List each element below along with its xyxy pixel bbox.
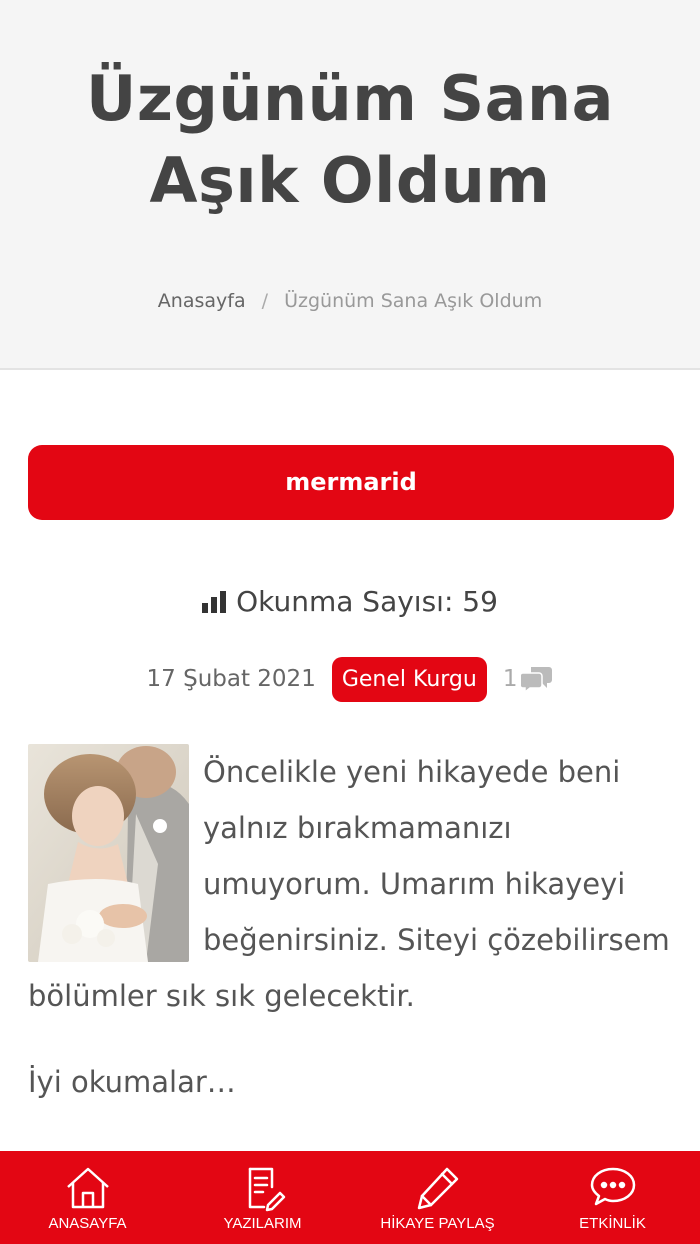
page-header: Üzgünüm Sana Aşık Oldum Anasayfa / Üzgün…: [0, 0, 700, 370]
nav-share-story[interactable]: HİKAYE PAYLAŞ: [350, 1151, 525, 1244]
breadcrumb-home-link[interactable]: Anasayfa: [158, 290, 246, 312]
nav-my-writings-label: YAZILARIM: [223, 1215, 302, 1232]
breadcrumb: Anasayfa / Üzgünüm Sana Aşık Oldum: [0, 290, 700, 312]
read-count-label: Okunma Sayısı: 59: [236, 585, 498, 618]
story-paragraph-2: İyi okumalar…: [28, 1065, 236, 1099]
publish-date: 17 Şubat 2021: [146, 666, 316, 692]
story-content: Öncelikle yeni hikayede beni yalnız bıra…: [28, 744, 674, 1110]
breadcrumb-current: Üzgünüm Sana Aşık Oldum: [284, 290, 543, 312]
nav-home-label: ANASAYFA: [48, 1215, 127, 1232]
comment-count: 1: [502, 666, 518, 692]
document-edit-icon: [248, 1167, 285, 1212]
story-cover-image: [28, 744, 189, 962]
nav-home[interactable]: ANASAYFA: [0, 1151, 175, 1244]
nav-my-writings[interactable]: YAZILARIM: [175, 1151, 350, 1244]
pencil-icon: [417, 1167, 458, 1210]
page-title: Üzgünüm Sana Aşık Oldum: [86, 62, 614, 217]
bar-chart-icon: [202, 587, 228, 620]
category-badge[interactable]: Genel Kurgu: [331, 656, 487, 702]
nav-events-label: ETKİNLİK: [579, 1215, 646, 1232]
bottom-navigation: ANASAYFA YAZILARIM HİKAYE PAYLAŞ ETKİNLİ…: [0, 1151, 700, 1244]
nav-events[interactable]: ETKİNLİK: [525, 1151, 700, 1244]
home-icon: [66, 1167, 109, 1209]
breadcrumb-separator: /: [261, 290, 269, 312]
story-meta: 17 Şubat 2021 Genel Kurgu 1: [0, 652, 700, 706]
nav-share-story-label: HİKAYE PAYLAŞ: [380, 1215, 495, 1232]
read-count: Okunma Sayısı: 59: [0, 585, 700, 620]
comments-icon: [521, 667, 553, 693]
chat-bubbles-icon: [590, 1167, 635, 1206]
comments-link[interactable]: 1: [503, 665, 554, 693]
author-button[interactable]: mermarid: [28, 445, 674, 520]
